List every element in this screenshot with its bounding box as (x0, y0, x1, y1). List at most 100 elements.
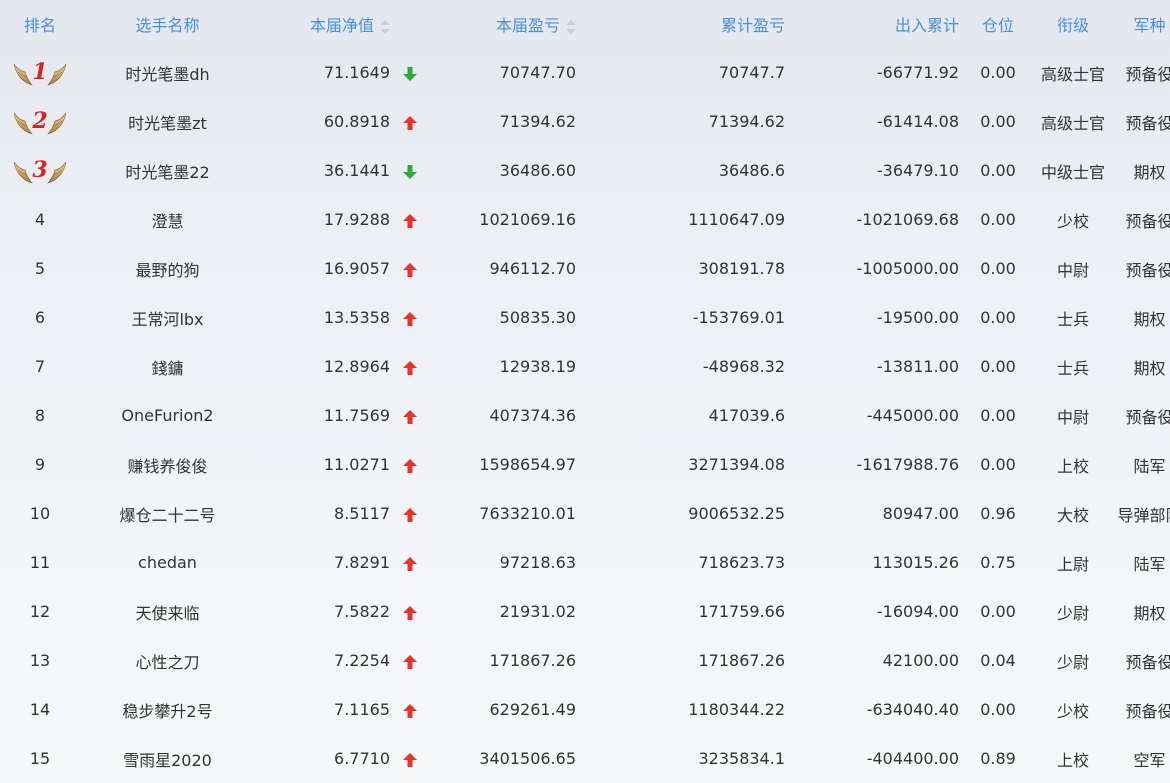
grade-value: 士兵 (1056, 358, 1089, 378)
rank-cell: 10 (29, 504, 51, 523)
header-flow[interactable]: 出入累计 (789, 0, 963, 48)
grade-value: 中尉 (1056, 260, 1089, 280)
rank-cell: 12 (29, 602, 51, 621)
player-name[interactable]: 最野的狗 (80, 244, 255, 293)
army-value: 预备役 (1125, 652, 1170, 672)
cum-pnl-value: 171867.26 (698, 651, 785, 670)
player-name[interactable]: 赚钱养俊俊 (80, 440, 255, 489)
trend-cell (394, 391, 434, 440)
arrow-up-icon (403, 360, 417, 375)
sort-icon[interactable] (380, 19, 390, 34)
arrow-up-icon (403, 213, 417, 228)
flow-value: -1617988.76 (856, 455, 959, 474)
player-name[interactable]: OneFurion2 (80, 391, 255, 440)
army-value: 期权 (1133, 603, 1166, 623)
cum-pnl-value: 308191.78 (698, 259, 785, 278)
trend-cell (394, 440, 434, 489)
player-name[interactable]: chedan (80, 538, 255, 587)
pnl-value: 3401506.65 (479, 749, 576, 768)
table-row[interactable]: 5 最野的狗 16.9057 946112.70 308191.78 -1005000.0… (0, 244, 1170, 293)
rank-number: 3 (32, 156, 48, 183)
table-row[interactable]: 6 王常河lbx 13.5358 50835.30 -153769.01 -19500.0… (0, 293, 1170, 342)
arrow-down-icon (403, 66, 417, 81)
sort-icon[interactable] (566, 19, 576, 34)
table-row[interactable]: 11 chedan 7.8291 97218.63 718623.73 113015.26… (0, 538, 1170, 587)
pnl-spacer (580, 538, 625, 587)
pnl-value: 21931.02 (499, 602, 576, 621)
cum-pnl-value: 171759.66 (698, 602, 785, 621)
player-name[interactable]: 王常河lbx (80, 293, 255, 342)
table-row[interactable]: 3 时光笔墨22 36.1441 36486.60 36486.6 -36479.10 0.… (0, 146, 1170, 195)
table-body: 1 时光笔墨dh 71.1649 70747.70 70747.7 -66771.92 0.… (0, 48, 1170, 783)
rank-cell: 9 (34, 455, 46, 474)
header-nav-label: 本届净值 (309, 16, 374, 35)
table-row[interactable]: 13 心性之刀 7.2254 171867.26 171867.26 42100.00 0.… (0, 636, 1170, 685)
rank-cell: 15 (29, 749, 51, 768)
header-army[interactable]: 军种 (1113, 0, 1170, 48)
arrow-down-icon (403, 164, 417, 179)
leaderboard-table-container: 排名 选手名称 本届净值 本届盈亏 累计盈亏 出入累计 仓位 衔级 军种 1 时光… (0, 0, 1170, 783)
header-nav[interactable]: 本届净值 (255, 0, 394, 48)
header-pnl[interactable]: 本届盈亏 (434, 0, 580, 48)
table-row[interactable]: 10 爆仓二十二号 8.5117 7633210.01 9006532.25 80947.… (0, 489, 1170, 538)
header-nav-spacer (394, 0, 434, 48)
arrow-up-icon (403, 262, 417, 277)
player-name[interactable]: 时光笔墨dh (80, 48, 255, 97)
player-name[interactable]: 心性之刀 (80, 636, 255, 685)
position-value: 0.00 (980, 406, 1016, 425)
player-name[interactable]: 时光笔墨zt (80, 97, 255, 146)
player-name[interactable]: 天使来临 (80, 587, 255, 636)
header-rank[interactable]: 排名 (0, 0, 80, 48)
flow-value: 80947.00 (882, 504, 959, 523)
player-name[interactable]: 雪雨星2020 (80, 734, 255, 783)
leaderboard-table: 排名 选手名称 本届净值 本届盈亏 累计盈亏 出入累计 仓位 衔级 军种 1 时光… (0, 0, 1170, 783)
player-name[interactable]: 錢鏞 (80, 342, 255, 391)
position-value: 0.00 (980, 161, 1016, 180)
header-grade[interactable]: 衔级 (1033, 0, 1113, 48)
table-row[interactable]: 14 稳步攀升2号 7.1165 629261.49 1180344.22 -634040… (0, 685, 1170, 734)
arrow-up-icon (403, 311, 417, 326)
nav-value: 11.0271 (323, 455, 390, 474)
rank-cell: 3 (0, 146, 80, 195)
cum-pnl-value: 36486.6 (718, 161, 785, 180)
player-name[interactable]: 时光笔墨22 (80, 146, 255, 195)
table-row[interactable]: 15 雪雨星2020 6.7710 3401506.65 3235834.1 -40440… (0, 734, 1170, 783)
table-row[interactable]: 1 时光笔墨dh 71.1649 70747.70 70747.7 -66771.92 0.… (0, 48, 1170, 97)
rank-cell: 13 (29, 651, 51, 670)
player-name[interactable]: 稳步攀升2号 (80, 685, 255, 734)
table-row[interactable]: 4 澄慧 17.9288 1021069.16 1110647.09 -1021069.6… (0, 195, 1170, 244)
arrow-up-icon (403, 409, 417, 424)
player-name[interactable]: 爆仓二十二号 (80, 489, 255, 538)
pnl-spacer (580, 636, 625, 685)
pnl-spacer (580, 195, 625, 244)
header-position[interactable]: 仓位 (963, 0, 1033, 48)
header-name[interactable]: 选手名称 (80, 0, 255, 48)
rank-cell: 7 (34, 357, 46, 376)
table-row[interactable]: 9 赚钱养俊俊 11.0271 1598654.97 3271394.08 -161798… (0, 440, 1170, 489)
rank-medal: 3 (12, 156, 68, 186)
cum-pnl-value: 417039.6 (708, 406, 785, 425)
table-row[interactable]: 12 天使来临 7.5822 21931.02 171759.66 -16094.00 0.… (0, 587, 1170, 636)
trend-cell (394, 587, 434, 636)
table-row[interactable]: 8 OneFurion2 11.7569 407374.36 417039.6 -4450… (0, 391, 1170, 440)
pnl-spacer (580, 685, 625, 734)
trend-cell (394, 636, 434, 685)
header-cum-pnl[interactable]: 累计盈亏 (625, 0, 789, 48)
player-name[interactable]: 澄慧 (80, 195, 255, 244)
grade-value: 少校 (1056, 701, 1089, 721)
flow-value: -36479.10 (876, 161, 959, 180)
table-row[interactable]: 7 錢鏞 12.8964 12938.19 -48968.32 -13811.00 0.00… (0, 342, 1170, 391)
flow-value: -1005000.00 (856, 259, 959, 278)
pnl-spacer (580, 244, 625, 293)
flow-value: -19500.00 (876, 308, 959, 327)
army-value: 预备役 (1125, 211, 1170, 231)
table-row[interactable]: 2 时光笔墨zt 60.8918 71394.62 71394.62 -61414.08 0… (0, 97, 1170, 146)
header-pnl-spacer (580, 0, 625, 48)
rank-cell: 11 (29, 553, 51, 572)
rank-cell: 4 (34, 210, 46, 229)
army-value: 导弹部队 (1117, 505, 1170, 525)
army-value: 预备役 (1125, 407, 1170, 427)
pnl-spacer (580, 342, 625, 391)
flow-value: -404400.00 (866, 749, 959, 768)
header-row: 排名 选手名称 本届净值 本届盈亏 累计盈亏 出入累计 仓位 衔级 军种 (0, 0, 1170, 48)
